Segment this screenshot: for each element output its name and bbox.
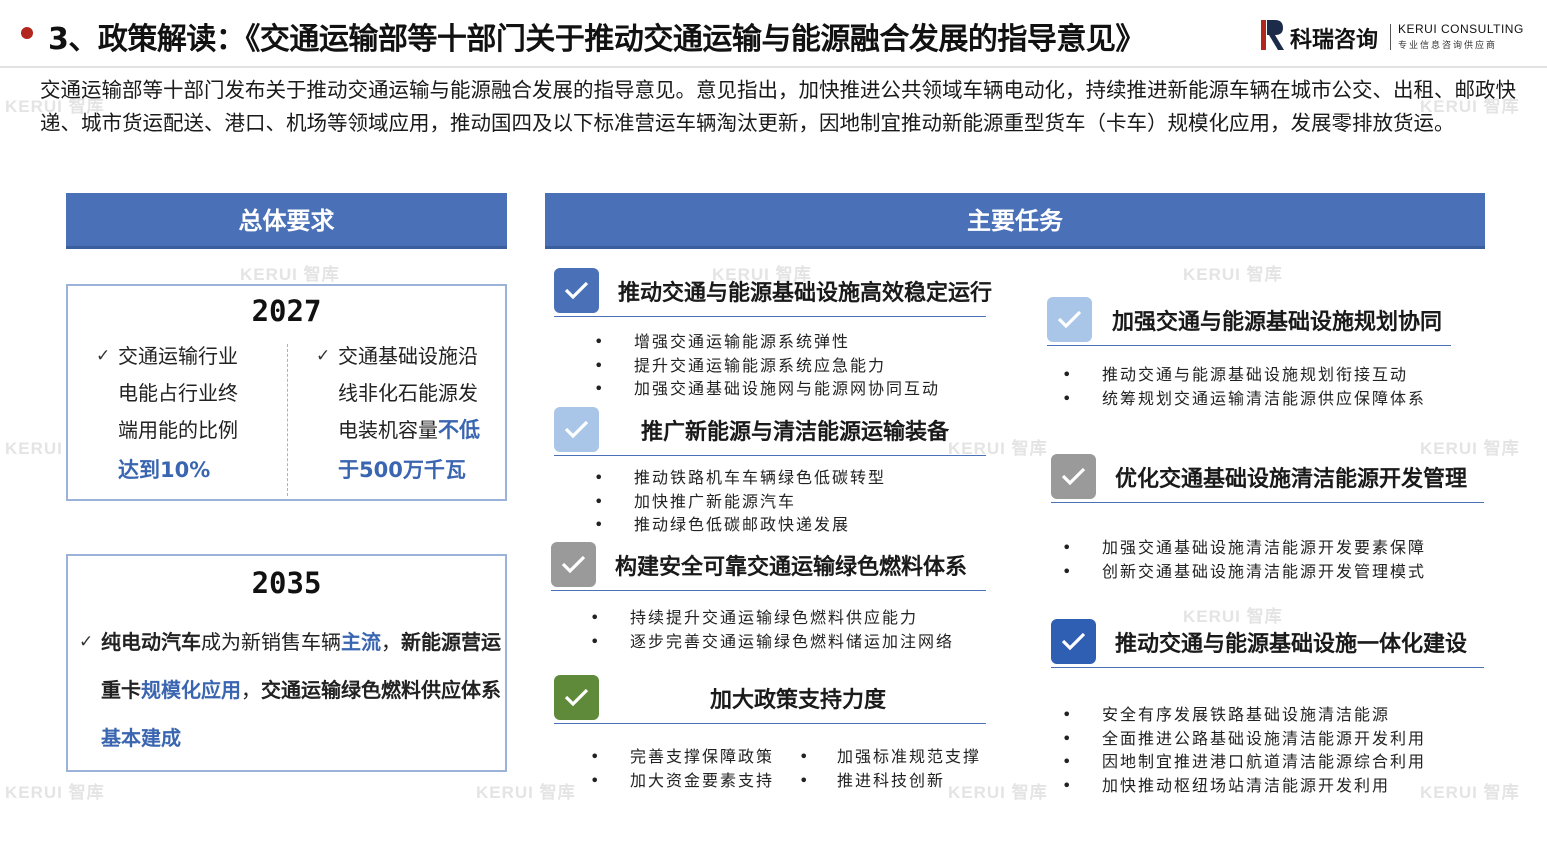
task-heading: 推动交通与能源基础设施高效稳定运行 (554, 268, 992, 317)
logo-name: 科瑞咨询 (1290, 28, 1379, 53)
task-underline (1047, 345, 1451, 346)
list-item: • 推动绿色低碳邮政快递发展 (594, 515, 851, 534)
column-divider (287, 344, 288, 496)
tick-icon: ✓ (316, 346, 331, 366)
list-item: • 加强交通基础设施清洁能源开发要素保障 (1062, 538, 1427, 557)
target-line: 交通基础设施沿 (338, 344, 478, 368)
check-icon (551, 542, 596, 587)
list-item: • 加快推广新能源汽车 (594, 491, 797, 511)
overall-requirements-header: 总体要求 (66, 193, 507, 249)
watermark: KERUI 智库 (5, 783, 105, 802)
logo-english: KERUI CONSULTING (1398, 22, 1524, 36)
list-item: • 逐步完善交通运输绿色燃料储运加注网络 (590, 631, 955, 651)
target-line: 交通运输行业 (118, 344, 238, 368)
task-underline (551, 590, 986, 591)
target-line: 线非化石能源发 (338, 381, 478, 405)
task-items: • 加强交通基础设施清洁能源开发要素保障 • 创新交通基础设施清洁能源开发管理模式 (1062, 536, 1427, 583)
task-title: 推动交通与能源基础设施高效稳定运行 (618, 281, 993, 306)
tick-icon: ✓ (79, 632, 94, 652)
year-label: 2035 (251, 566, 322, 600)
task-underline (554, 316, 986, 317)
list-item: • 推动铁路机车车辆绿色低碳转型 (594, 468, 887, 487)
task-heading: 构建安全可靠交通运输绿色燃料体系 (551, 542, 986, 591)
list-item: • 增强交通运输能源系统弹性 (594, 332, 851, 351)
task-items: • 安全有序发展铁路基础设施清洁能源 • 全面推进公路基础设施清洁能源开发利用 • 因… (1062, 703, 1427, 797)
kerui-logo-icon (1261, 20, 1284, 50)
list-item: • 统筹规划交通运输清洁能源供应保障体系 (1062, 388, 1427, 408)
list-item: • 加强标准规范支撑 (799, 747, 982, 766)
watermark: KERUI 智库 (476, 783, 576, 802)
check-icon (554, 407, 599, 452)
target-column-1: ✓ 交通运输行业 电能占行业终 端用能的比例 达到10% (96, 338, 278, 491)
list-item: • 完善支撑保障政策 (590, 747, 775, 766)
task-title: 加大政策支持力度 (710, 688, 887, 713)
task-heading: 推动交通与能源基础设施一体化建设 (1051, 619, 1484, 668)
task-title: 推动交通与能源基础设施一体化建设 (1115, 632, 1468, 657)
year-2027-box: 2027 ✓ 交通运输行业 电能占行业终 端用能的比例 达到10% ✓ 交通基础… (66, 284, 507, 501)
list-item: • 加快推动枢纽场站清洁能源开发利用 (1062, 775, 1391, 795)
target-2035-text: ✓ 纯电动汽车成为新销售车辆主流，新能源营运重卡规模化应用，交通运输绿色燃料供应体… (79, 618, 501, 762)
watermark: KERUI 智库 (1183, 265, 1283, 284)
target-line: 端用能的比例 (118, 418, 238, 442)
list-item: • 因地制宜推进港口航道清洁能源综合利用 (1062, 752, 1427, 771)
year-label: 2027 (251, 294, 322, 328)
page-title: 3、政策解读：《交通运输部等十部门关于推动交通运输与能源融合发展的指导意见》 (48, 22, 1145, 57)
list-item: • 加大资金要素支持 (590, 770, 775, 790)
list-item: • 推动交通与能源基础设施规划衔接互动 (1062, 365, 1409, 384)
tick-icon: ✓ (96, 346, 111, 366)
task-items: • 完善支撑保障政策 • 加大资金要素支持 (590, 745, 775, 792)
watermark: KERUI 智库 (240, 265, 340, 284)
task-heading: 加大政策支持力度 (554, 675, 986, 724)
check-icon (1047, 297, 1092, 342)
main-tasks-header: 主要任务 (545, 193, 1485, 249)
list-item: • 加强交通基础设施网与能源网协同互动 (594, 379, 941, 398)
list-item: • 安全有序发展铁路基础设施清洁能源 (1062, 705, 1391, 724)
list-item: • 创新交通基础设施清洁能源开发管理模式 (1062, 561, 1427, 581)
target-column-2: ✓ 交通基础设施沿 线非化石能源发 电装机容量不低 于500万千瓦 (316, 338, 498, 491)
target-line: 电装机容量不低 (338, 418, 480, 442)
logo-divider (1390, 24, 1391, 50)
target-line: 电能占行业终 (118, 381, 238, 405)
task-title: 构建安全可靠交通运输绿色燃料体系 (615, 555, 968, 580)
task-title: 加强交通与能源基础设施规划协同 (1112, 310, 1443, 335)
task-heading: 加强交通与能源基础设施规划协同 (1047, 297, 1451, 346)
header-bar: 3、政策解读：《交通运输部等十部门关于推动交通运输与能源融合发展的指导意见》 科… (0, 0, 1547, 68)
list-item: • 全面推进公路基础设施清洁能源开发利用 (1062, 728, 1427, 748)
check-icon (1051, 619, 1096, 664)
task-items: • 推动铁路机车车辆绿色低碳转型 • 加快推广新能源汽车 • 推动绿色低碳邮政快递发展 (594, 466, 887, 537)
bullet-dot-icon (21, 27, 33, 39)
intro-paragraph: 交通运输部等十部门发布关于推动交通运输与能源融合发展的指导意见。意见指出，加快推… (40, 78, 1516, 135)
task-items: • 增强交通运输能源系统弹性 • 提升交通运输能源系统应急能力 • 加强交通基础设施网… (594, 330, 941, 401)
target-value: 达到10% (118, 458, 211, 482)
task-underline (554, 723, 986, 724)
task-underline (1051, 502, 1484, 503)
task-items: • 加强标准规范支撑 • 推进科技创新 (799, 745, 982, 792)
list-item: • 持续提升交通运输绿色燃料供应能力 (590, 608, 919, 627)
task-heading: 推广新能源与清洁能源运输装备 (554, 407, 986, 456)
task-title: 优化交通基础设施清洁能源开发管理 (1115, 467, 1468, 492)
list-item: • 提升交通运输能源系统应急能力 (594, 355, 887, 375)
task-heading: 优化交通基础设施清洁能源开发管理 (1051, 454, 1484, 503)
task-underline (1051, 667, 1484, 668)
watermark: KERUI 智库 (1420, 783, 1520, 802)
check-icon (1051, 454, 1096, 499)
task-title: 推广新能源与清洁能源运输装备 (641, 420, 950, 445)
task-items: • 推动交通与能源基础设施规划衔接互动 • 统筹规划交通运输清洁能源供应保障体系 (1062, 363, 1427, 410)
target-value: 于500万千瓦 (338, 458, 466, 482)
logo: 科瑞咨询 KERUI CONSULTING 专业信息咨询供应商 (1258, 16, 1538, 56)
year-2035-box: 2035 ✓ 纯电动汽车成为新销售车辆主流，新能源营运重卡规模化应用，交通运输绿色… (66, 554, 507, 772)
logo-tagline: 专业信息咨询供应商 (1398, 41, 1498, 51)
check-icon (554, 268, 599, 313)
task-underline (554, 455, 986, 456)
list-item: • 推进科技创新 (799, 770, 946, 790)
check-icon (554, 675, 599, 720)
task-items: • 持续提升交通运输绿色燃料供应能力 • 逐步完善交通运输绿色燃料储运加注网络 (590, 606, 955, 653)
